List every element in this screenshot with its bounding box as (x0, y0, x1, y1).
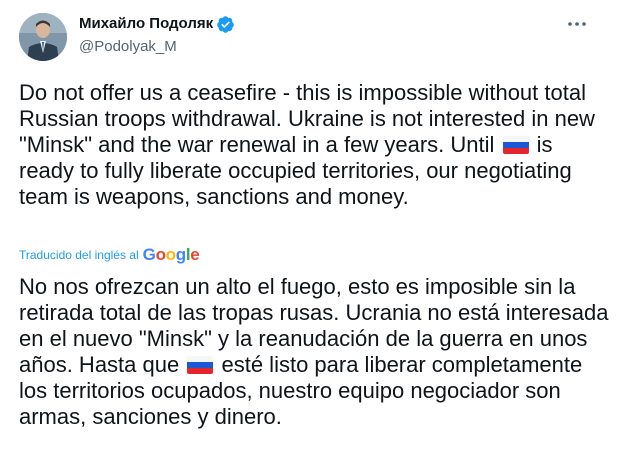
translation-note-label: Traducido del inglés al (19, 248, 139, 262)
more-options-button[interactable] (566, 14, 588, 34)
author-name[interactable]: Михайло Подоляк (79, 14, 213, 34)
avatar-photo-icon (19, 13, 67, 61)
translated-text: No nos ofrezcan un alto el fuego, esto e… (19, 274, 609, 430)
google-logo: Google (142, 245, 200, 264)
avatar[interactable] (19, 13, 67, 61)
author-row: Михайло Подоляк (79, 14, 235, 34)
translation-note[interactable]: Traducido del inglés al Google (19, 245, 200, 264)
verified-badge-icon (217, 15, 234, 33)
tweet-text: Do not offer us a ceasefire - this is im… (19, 80, 609, 210)
russia-flag-icon (502, 136, 529, 154)
russia-flag-icon (187, 356, 214, 374)
more-options-icon (568, 22, 586, 26)
author-handle[interactable]: @Podolyak_M (79, 37, 177, 57)
